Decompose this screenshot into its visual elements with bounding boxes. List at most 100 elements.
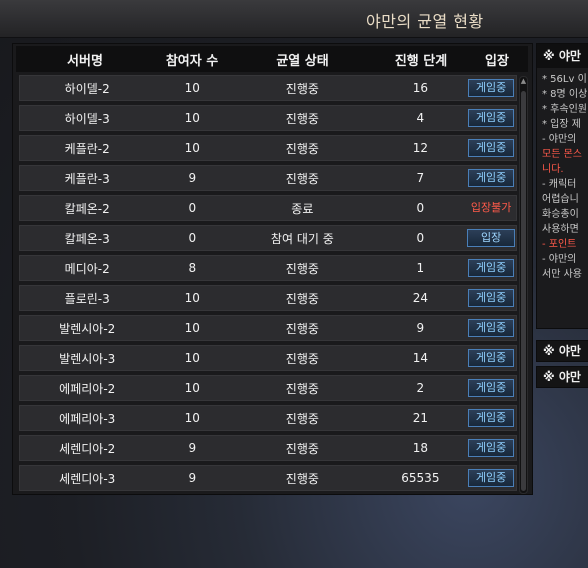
table-row: 세렌디아-2 9 진행중 18 게임중 [19,435,517,461]
progress-stage: 1 [416,261,425,275]
server-name: 칼페온-2 [64,201,110,216]
progress-stage: 9 [416,321,425,335]
scroll-up-icon[interactable]: ▲ [520,76,527,86]
enter-button[interactable]: 입장 [467,229,516,247]
progress-stage: 0 [416,201,425,215]
progress-stage: 65535 [401,471,440,485]
info-section-2[interactable]: ※ 야만 [536,366,588,388]
participant-count: 10 [184,291,200,305]
rift-status: 진행중 [285,441,319,456]
info-line: * 56Lv 이 [542,74,587,85]
in-game-button[interactable]: 게임중 [468,169,515,187]
table-header: 서버명 참여자 수 균열 상태 진행 단계 입장 [16,46,528,72]
rift-status: 참여 대기 중 [270,231,334,246]
participant-count: 10 [184,321,200,335]
info-line: * 입장 제 [542,119,581,130]
in-game-button[interactable]: 게임중 [468,319,515,337]
in-game-button[interactable]: 게임중 [468,109,515,127]
info-line: 사용하면 [542,224,579,235]
server-name: 하이델-3 [64,111,110,126]
table-rows: 하이델-2 10 진행중 16 게임중 하이델-3 10 진행중 4 게임중 케플란-2 10 진행중 1… [19,75,517,495]
table-row: 플로린-3 10 진행중 24 게임중 [19,285,517,311]
progress-stage: 4 [416,111,425,125]
info-line: 모든 몬스 [542,149,582,160]
table-row: 칼페온-2 0 종료 0 입장불가 [19,195,517,221]
progress-stage: 21 [412,411,429,425]
in-game-button[interactable]: 게임중 [468,409,515,427]
participant-count: 0 [188,231,197,245]
in-game-button[interactable]: 게임중 [468,139,515,157]
in-game-button[interactable]: 게임중 [468,469,515,487]
rift-status: 진행중 [285,81,319,96]
in-game-button[interactable]: 게임중 [468,259,515,277]
participant-count: 10 [184,351,200,365]
progress-stage: 24 [412,291,429,305]
enter-cell: 게임중 [466,379,516,397]
window-title-bar[interactable]: 야만의 균열 현황 [0,0,588,38]
participant-count: 10 [184,411,200,425]
info-line: * 후속인원 [542,104,587,115]
table-row: 에페리아-3 10 진행중 21 게임중 [19,405,517,431]
server-name: 발렌시아-3 [59,351,116,366]
enter-cell: 게임중 [466,259,516,277]
in-game-button[interactable]: 게임중 [468,439,515,457]
participant-count: 10 [184,81,200,95]
server-name: 세렌디아-2 [59,441,116,456]
info-section-1[interactable]: ※ 야만 [536,340,588,362]
window-title: 야만의 균열 현황 [366,12,484,31]
enter-cell: 게임중 [466,109,516,127]
entry-unavailable-button[interactable]: 입장불가 [467,199,515,217]
info-line: 서만 사용 [542,269,582,280]
enter-cell: 게임중 [466,439,516,457]
scroll-thumb[interactable] [521,91,526,491]
rift-status: 진행중 [285,291,319,306]
progress-stage: 2 [416,381,425,395]
info-panel-text: * 56Lv 이 * 8명 이상 * 후속인원 * 입장 제- 야만의 모든 몬스 니다.… [542,72,587,282]
server-name: 발렌시아-2 [59,321,116,336]
info-line: 화승총이 [542,209,579,220]
server-name: 에페리아-3 [59,411,116,426]
server-name: 케플란-3 [64,171,110,186]
table-row: 발렌시아-2 10 진행중 9 게임중 [19,315,517,341]
table-row: 발렌시아-3 10 진행중 14 게임중 [19,345,517,371]
in-game-button[interactable]: 게임중 [468,289,515,307]
participant-count: 9 [188,471,197,485]
progress-stage: 18 [412,441,429,455]
info-panel: ※ 야만 * 56Lv 이 * 8명 이상 * 후속인원 * 입장 제- 야만의 모든 … [536,43,588,329]
progress-stage: 12 [412,141,429,155]
table-row: 하이델-2 10 진행중 16 게임중 [19,75,517,101]
server-name: 에페리아-2 [59,381,116,396]
table-row: 하이델-3 10 진행중 4 게임중 [19,105,517,131]
rift-status: 종료 [291,201,314,216]
rift-status: 진행중 [285,141,319,156]
participant-count: 10 [184,141,200,155]
in-game-button[interactable]: 게임중 [468,349,515,367]
header-stage: 진행 단계 [394,53,448,69]
info-line: - 포인트 [542,239,577,250]
header-status: 균열 상태 [276,53,329,69]
participant-count: 8 [188,261,197,275]
progress-stage: 16 [412,81,429,95]
rift-status: 진행중 [285,321,319,336]
server-name: 칼페온-3 [64,231,110,246]
enter-cell: 게임중 [466,79,516,97]
table-row: 에페리아-2 10 진행중 2 게임중 [19,375,517,401]
info-line: 어렵습니 [542,194,579,205]
participant-count: 9 [188,171,197,185]
in-game-button[interactable]: 게임중 [468,379,515,397]
server-name: 플로린-3 [64,291,110,306]
info-line: * 8명 이상 [542,89,588,100]
table-row: 칼페온-3 0 참여 대기 중 0 입장 [19,225,517,251]
table-row: 케플란-3 9 진행중 7 게임중 [19,165,517,191]
rift-status: 진행중 [285,471,319,486]
server-name: 케플란-2 [64,141,110,156]
info-line: - 캐릭터 [542,179,577,190]
server-status-table: 서버명 참여자 수 균열 상태 진행 단계 입장 하이델-2 10 진행중 16 게임중… [12,43,533,495]
scrollbar[interactable]: ▲ [519,76,528,494]
progress-stage: 14 [412,351,429,365]
server-name: 세렌디아-3 [59,471,116,486]
info-line: - 야만의 [542,254,577,265]
in-game-button[interactable]: 게임중 [468,79,515,97]
header-participants: 참여자 수 [165,53,219,69]
enter-cell: 입장불가 [466,199,516,217]
